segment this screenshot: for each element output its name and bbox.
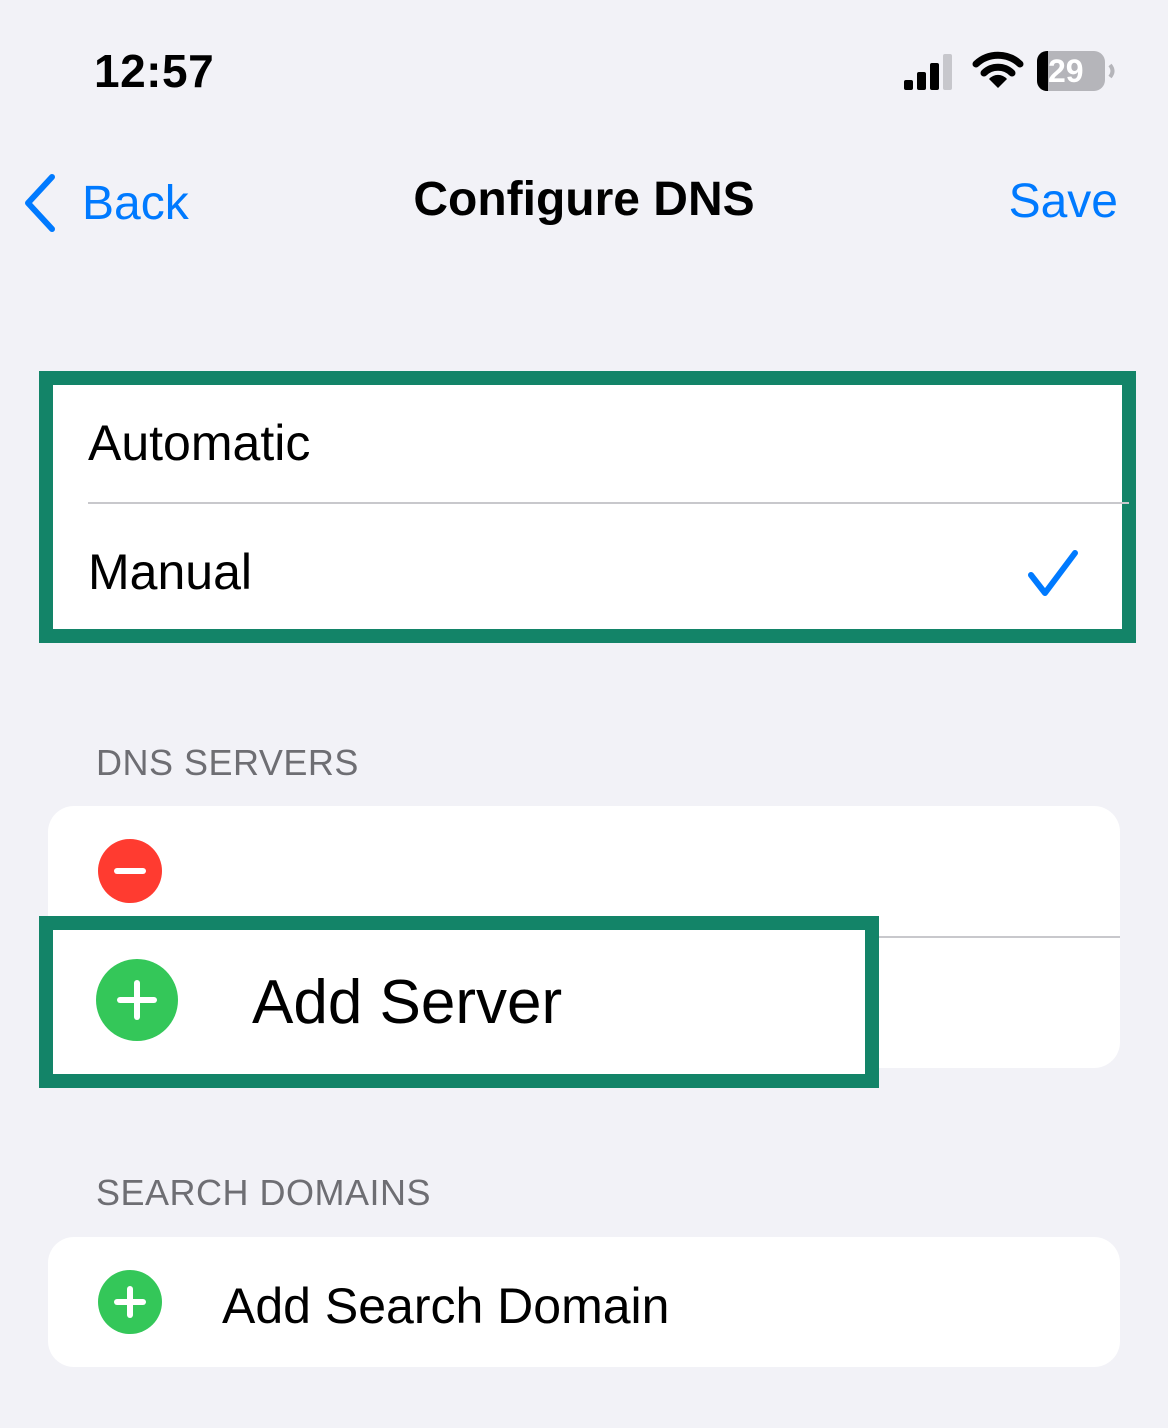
mode-option-manual[interactable]: Manual [46,507,1129,636]
mode-option-automatic[interactable]: Automatic [46,378,1129,507]
row-divider [88,502,1129,504]
save-button[interactable]: Save [1009,174,1118,229]
cellular-signal-icon [904,54,952,90]
checkmark-icon [1028,550,1078,596]
dns-servers-header: DNS SERVERS [96,742,359,783]
status-time: 12:57 [94,45,215,97]
remove-server-icon[interactable] [98,839,162,903]
add-server-label: Add Server [252,968,563,1037]
add-circle-icon [96,959,178,1041]
search-domains-header: SEARCH DOMAINS [96,1172,432,1213]
add-server-button[interactable]: Add Server [39,916,879,1088]
mode-option-label: Automatic [88,414,311,471]
battery-icon: 29 [1036,50,1116,92]
battery-level: 29 [1048,53,1084,89]
wifi-icon [972,51,1024,88]
add-search-domain-button[interactable]: Add Search Domain [48,1237,1120,1367]
add-circle-icon [98,1270,162,1334]
dns-mode-group: Automatic Manual [39,371,1136,643]
mode-option-label: Manual [88,543,252,600]
page-title: Configure DNS [413,173,755,226]
add-search-domain-label: Add Search Domain [222,1278,670,1334]
